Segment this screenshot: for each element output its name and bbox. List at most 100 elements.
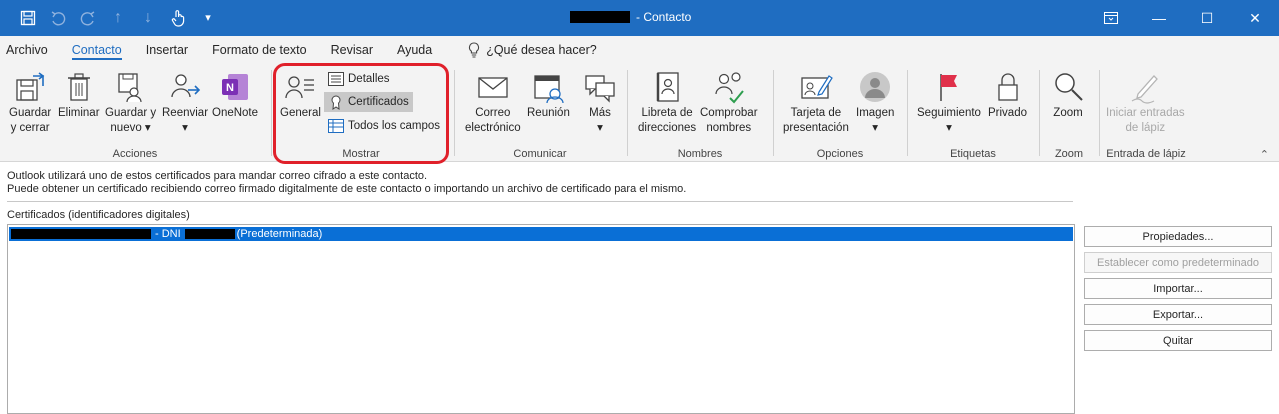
forward-button[interactable]: Reenviar ▾ [162, 70, 208, 136]
save-close-button[interactable]: Guardar y cerrar [9, 70, 51, 136]
more-label: Más [589, 107, 611, 119]
save-new-icon [114, 70, 148, 104]
calendar-icon [531, 70, 565, 104]
email-button[interactable]: Correo electrónico [465, 70, 521, 136]
group-zoom: Zoom Zoom [1040, 64, 1098, 162]
zoom-label: Zoom [1053, 107, 1083, 119]
save-close-icon [13, 70, 47, 104]
close-button[interactable]: ✕ [1231, 0, 1279, 36]
group-label-entrada-lapiz: Entrada de lápiz [1106, 148, 1186, 160]
certificate-row[interactable]: - DNI (Predeterminada) [9, 227, 1073, 241]
import-button[interactable]: Importar... [1084, 278, 1272, 299]
collapse-ribbon-icon[interactable]: ⌃ [1260, 148, 1269, 161]
delete-button[interactable]: Eliminar [58, 70, 100, 121]
touch-mode-icon[interactable] [168, 8, 188, 28]
tab-revisar[interactable]: Revisar [331, 36, 387, 64]
ribbon-display-options-icon[interactable] [1087, 0, 1135, 36]
minimize-button[interactable]: — [1135, 0, 1183, 36]
check-names-label-1: Comprobar [700, 107, 758, 119]
onenote-button[interactable]: N OneNote [212, 70, 258, 121]
follow-up-label: Seguimiento [917, 107, 981, 119]
customize-qat-icon[interactable]: ▾ [198, 8, 218, 28]
ribbon: Guardar y cerrar Eliminar Guardar y nuev… [0, 64, 1279, 162]
window-title: - Contacto [570, 10, 691, 24]
address-book-label-2: direcciones [638, 122, 697, 134]
group-label-comunicar: Comunicar [513, 148, 567, 160]
private-label: Privado [988, 107, 1027, 119]
lightbulb-icon [468, 42, 480, 58]
group-label-acciones: Acciones [112, 148, 158, 160]
undo-icon[interactable] [48, 8, 68, 28]
address-book-label-1: Libreta de [641, 107, 693, 119]
picture-dropdown-icon: ▾ [872, 122, 879, 134]
forward-contact-icon [168, 70, 202, 104]
flag-icon [932, 70, 966, 104]
follow-up-dropdown-icon: ▾ [946, 122, 952, 134]
chat-bubbles-icon [583, 70, 617, 104]
window-controls: — ☐ ✕ [1087, 0, 1279, 36]
group-label-opciones: Opciones [816, 148, 864, 160]
follow-up-button[interactable]: Seguimiento ▾ [917, 70, 981, 136]
save-close-label-2: y cerrar [10, 122, 50, 134]
redacted-certificate-name [11, 229, 151, 239]
group-label-nombres: Nombres [677, 148, 723, 160]
tab-insertar[interactable]: Insertar [146, 36, 202, 64]
email-label-2: electrónico [465, 122, 521, 134]
certificate-default-tag: (Predeterminada) [236, 228, 323, 240]
tab-ayuda[interactable]: Ayuda [397, 36, 446, 64]
redo-icon[interactable] [78, 8, 98, 28]
info-line-2: Puede obtener un certificado recibiendo … [7, 183, 687, 195]
forward-dropdown-icon: ▾ [182, 122, 188, 134]
remove-button[interactable]: Quitar [1084, 330, 1272, 351]
check-names-icon [712, 70, 746, 104]
maximize-button[interactable]: ☐ [1183, 0, 1231, 36]
properties-button[interactable]: Propiedades... [1084, 226, 1272, 247]
ribbon-tabs: Archivo Contacto Insertar Formato de tex… [0, 36, 1279, 64]
certificates-info: Outlook utilizará uno de estos certifica… [7, 170, 686, 196]
group-acciones: Guardar y cerrar Eliminar Guardar y nuev… [0, 64, 270, 162]
start-inking-button[interactable]: Iniciar entradas de lápiz [1106, 70, 1185, 136]
check-names-button[interactable]: Comprobar nombres [700, 70, 758, 136]
tab-contacto[interactable]: Contacto [71, 36, 136, 64]
meeting-button[interactable]: Reunión [527, 70, 570, 121]
down-arrow-icon[interactable]: ↓ [138, 8, 158, 28]
save-new-button[interactable]: Guardar y nuevo ▾ [105, 70, 156, 136]
certificate-type: - DNI [155, 228, 181, 240]
email-label-1: Correo [475, 107, 511, 119]
forward-label: Reenviar [162, 107, 209, 119]
up-arrow-icon[interactable]: ↑ [108, 8, 128, 28]
tell-me-box[interactable]: ¿Qué desea hacer? [468, 42, 597, 58]
group-comunicar: Correo electrónico Reunión Más ▾ Comunic… [455, 64, 625, 162]
svg-text:N: N [226, 82, 234, 94]
divider [7, 201, 1073, 202]
pen-icon [1128, 70, 1162, 104]
tab-formato-de-texto[interactable]: Formato de texto [212, 36, 321, 64]
address-book-button[interactable]: Libreta de direcciones [638, 70, 696, 136]
group-etiquetas: Seguimiento ▾ Privado Etiquetas [908, 64, 1038, 162]
save-icon[interactable] [18, 8, 38, 28]
business-card-label-2: presentación [783, 122, 849, 134]
private-button[interactable]: Privado [988, 70, 1027, 121]
business-card-button[interactable]: Tarjeta de presentación [783, 70, 849, 136]
start-inking-label-1: Iniciar entradas [1106, 107, 1185, 119]
picture-button[interactable]: Imagen ▾ [856, 70, 894, 136]
redacted-contact-name [570, 11, 630, 23]
save-new-label-2: nuevo ▾ [110, 122, 151, 134]
lock-icon [991, 70, 1025, 104]
certificates-list[interactable]: - DNI (Predeterminada) [7, 224, 1075, 414]
group-label-etiquetas: Etiquetas [950, 148, 996, 160]
save-new-label-1: Guardar y [105, 107, 157, 119]
save-close-label-1: Guardar [9, 107, 52, 119]
export-button[interactable]: Exportar... [1084, 304, 1272, 325]
tab-archivo[interactable]: Archivo [6, 36, 62, 64]
business-card-icon [799, 70, 833, 104]
certificates-list-label: Certificados (identificadores digitales) [7, 209, 190, 221]
zoom-button[interactable]: Zoom [1051, 70, 1085, 121]
quick-access-toolbar: ↑ ↓ ▾ [18, 8, 218, 28]
more-dropdown-icon: ▾ [597, 122, 603, 134]
trash-icon [62, 70, 96, 104]
more-button[interactable]: Más ▾ [583, 70, 617, 136]
set-default-button[interactable]: Establecer como predeterminado [1084, 252, 1272, 273]
address-book-icon [650, 70, 684, 104]
group-entrada-lapiz: Iniciar entradas de lápiz Entrada de láp… [1100, 64, 1192, 162]
